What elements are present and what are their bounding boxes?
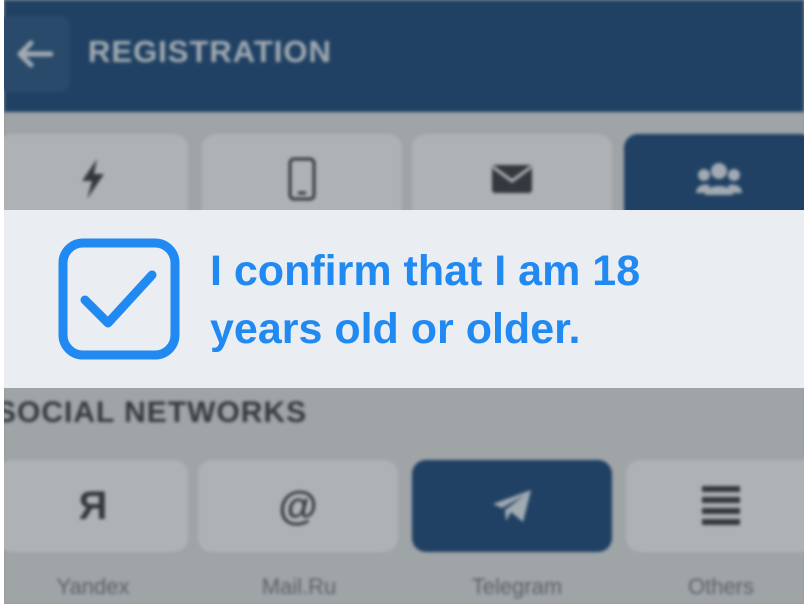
- age-confirm-checkbox[interactable]: [58, 238, 180, 360]
- app-header: REGISTRATION: [4, 0, 804, 112]
- smartphone-icon: [287, 157, 317, 201]
- social-telegram-button[interactable]: [412, 460, 612, 552]
- social-label-telegram: Telegram: [471, 574, 563, 599]
- page-title: REGISTRATION: [88, 34, 332, 69]
- users-icon: [696, 161, 742, 197]
- social-yandex-button[interactable]: Я: [4, 460, 188, 552]
- back-button[interactable]: [4, 16, 70, 92]
- screenshot-frame: REGISTRATION SOCIAL NETWORKS Я @ Yandex …: [4, 0, 804, 604]
- at-sign-icon: @: [278, 483, 318, 528]
- social-others-button[interactable]: [626, 460, 804, 552]
- social-mailru-button[interactable]: @: [198, 460, 398, 552]
- social-label-others: Others: [687, 574, 755, 599]
- social-label-mailru: Mail.Ru: [261, 574, 337, 599]
- telegram-icon: [491, 488, 533, 524]
- lightning-icon: [78, 159, 108, 199]
- social-label-yandex: Yandex: [56, 574, 130, 599]
- checkmark-icon: [58, 238, 180, 360]
- age-confirm-label[interactable]: I confirm that I am 18 years old or olde…: [210, 242, 750, 358]
- arrow-left-icon: [15, 39, 53, 69]
- envelope-icon: [490, 163, 534, 195]
- yandex-icon: Я: [78, 483, 108, 528]
- age-confirmation-banner: I confirm that I am 18 years old or olde…: [4, 210, 804, 388]
- section-title-social: SOCIAL NETWORKS: [4, 396, 308, 429]
- menu-lines-icon: [702, 485, 740, 527]
